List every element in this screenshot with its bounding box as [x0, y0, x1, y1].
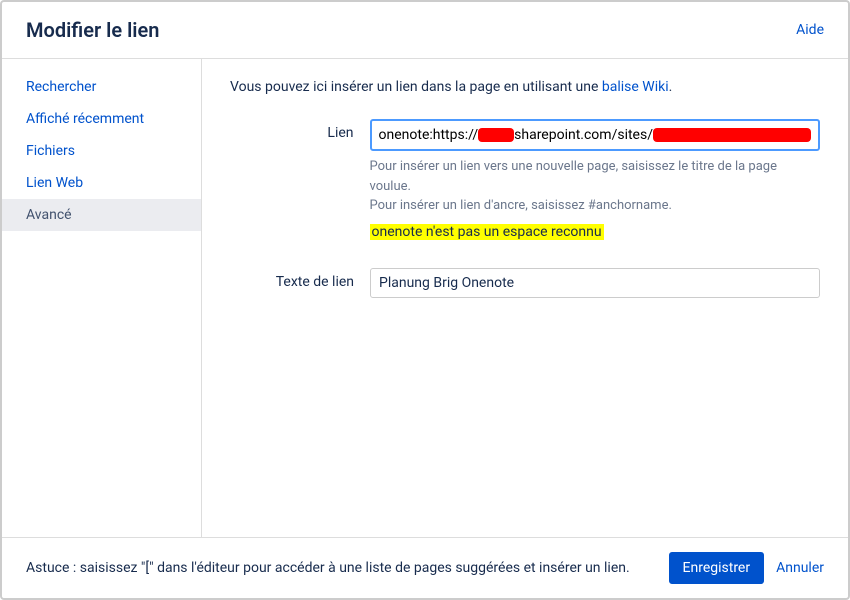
sidebar-item-files[interactable]: Fichiers [2, 135, 201, 167]
sidebar-item-recent[interactable]: Affiché récemment [2, 103, 201, 135]
link-hint: Pour insérer un lien vers une nouvelle p… [370, 157, 820, 216]
redacted-segment [653, 128, 811, 142]
dialog-body: Rechercher Affiché récemment Fichiers Li… [2, 59, 848, 537]
link-text-row: Texte de lien [230, 268, 820, 298]
hint-line2: Pour insérer un lien d'ancre, saisissez … [370, 198, 672, 213]
sidebar-item-label: Lien Web [26, 175, 83, 191]
sidebar-item-label: Rechercher [26, 79, 96, 95]
link-value-part1: onenote:https:// [379, 127, 479, 143]
hint-line1: Pour insérer un lien vers une nouvelle p… [370, 159, 777, 194]
footer-actions: Enregistrer Annuler [669, 552, 824, 584]
cancel-button[interactable]: Annuler [776, 560, 824, 576]
edit-link-dialog: Modifier le lien Aide Rechercher Affiché… [0, 0, 850, 600]
sidebar-item-weblink[interactable]: Lien Web [2, 167, 201, 199]
dialog-footer: Astuce : saisissez "[" dans l'éditeur po… [2, 537, 848, 598]
sidebar: Rechercher Affiché récemment Fichiers Li… [2, 59, 202, 537]
link-error: onenote n'est pas un espace reconnu [370, 224, 604, 240]
link-field-wrap: onenote:https:// sharepoint.com/sites/ Po… [370, 119, 820, 240]
intro-prefix: Vous pouvez ici insérer un lien dans la … [230, 79, 602, 95]
link-label: Lien [230, 119, 370, 141]
sidebar-item-advanced[interactable]: Avancé [2, 199, 201, 231]
link-text-label: Texte de lien [230, 268, 370, 290]
sidebar-item-label: Affiché récemment [26, 111, 144, 127]
help-link[interactable]: Aide [796, 22, 824, 38]
save-button[interactable]: Enregistrer [669, 552, 765, 584]
footer-tip: Astuce : saisissez "[" dans l'éditeur po… [26, 560, 630, 576]
link-input[interactable]: onenote:https:// sharepoint.com/sites/ [370, 119, 820, 151]
redacted-segment [478, 128, 514, 142]
sidebar-item-label: Avancé [26, 207, 72, 223]
intro-suffix: . [669, 79, 673, 95]
link-text-input[interactable] [370, 268, 820, 298]
sidebar-item-label: Fichiers [26, 143, 75, 159]
dialog-header: Modifier le lien Aide [2, 2, 848, 59]
sidebar-item-search[interactable]: Rechercher [2, 71, 201, 103]
dialog-title: Modifier le lien [26, 18, 159, 42]
link-row: Lien onenote:https:// sharepoint.com/site… [230, 119, 820, 240]
main-panel: Vous pouvez ici insérer un lien dans la … [202, 59, 848, 537]
intro-text: Vous pouvez ici insérer un lien dans la … [230, 79, 820, 95]
link-text-field-wrap [370, 268, 820, 298]
wiki-tag-link[interactable]: balise Wiki [602, 79, 669, 95]
link-value-part2: sharepoint.com/sites/ [514, 127, 653, 143]
